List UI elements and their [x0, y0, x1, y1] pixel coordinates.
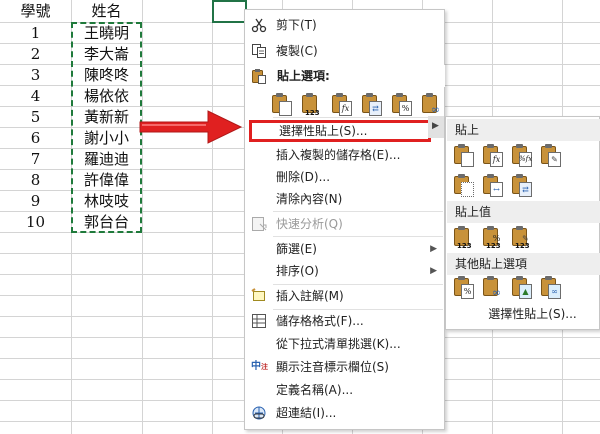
- menu-item-pick-from-list[interactable]: 從下拉式清單挑選(K)...: [245, 333, 444, 355]
- paste-special-submenu-arrow[interactable]: ▶: [428, 116, 444, 138]
- values-glyph: 123: [515, 242, 530, 250]
- menu-item-insert-copied-cells[interactable]: 插入複製的儲存格(E)...: [245, 144, 444, 166]
- menu-item-cut[interactable]: 剪下(T): [245, 14, 444, 36]
- phonetic-icon: 中注: [251, 361, 268, 372]
- scissors-icon: [251, 17, 267, 33]
- cell-id[interactable]: 5: [0, 106, 71, 128]
- menu-item-format-cells[interactable]: 儲存格格式(F)...: [245, 310, 444, 332]
- sub-picture-button[interactable]: ▲: [511, 275, 535, 301]
- menu-item-label: 插入註解(M): [276, 289, 344, 303]
- percent-glyph: %: [401, 104, 410, 113]
- sub-paste-link-button[interactable]: ∞: [482, 275, 506, 301]
- menu-item-clear-contents[interactable]: 清除內容(N): [245, 188, 444, 210]
- quick-analysis-icon: [251, 216, 267, 232]
- menu-separator: [273, 211, 443, 212]
- menu-item-sort[interactable]: 排序(O) ▶: [245, 260, 444, 282]
- cell-id[interactable]: 3: [0, 64, 71, 86]
- menu-separator: [273, 236, 443, 237]
- context-menu: 剪下(T) 複製(C) 貼上選項: 123 fx ⇄ % ∞ 選擇性貼上(S).…: [244, 9, 445, 430]
- values-glyph: 123: [457, 242, 472, 250]
- submenu-header-paste: 貼上: [447, 119, 600, 141]
- menu-item-label: 清除內容(N): [276, 192, 343, 206]
- paste-formatting-button[interactable]: %: [391, 92, 415, 118]
- menu-item-paste-special[interactable]: 選擇性貼上(S)...: [249, 120, 431, 142]
- percent-glyph: %: [463, 287, 472, 296]
- sub-transpose-button[interactable]: ⇄: [511, 173, 535, 199]
- cell-id[interactable]: 10: [0, 211, 71, 233]
- grid-line: [212, 0, 213, 434]
- format-cells-icon: [251, 313, 267, 329]
- cell-id[interactable]: 9: [0, 190, 71, 212]
- sub-keep-column-widths-button[interactable]: ↔: [482, 173, 506, 199]
- cell-id[interactable]: 1: [0, 22, 71, 44]
- paste-formulas-button[interactable]: fx: [331, 92, 355, 118]
- cell-id[interactable]: 7: [0, 148, 71, 170]
- header-cell-name[interactable]: 姓名: [71, 0, 142, 22]
- menu-item-delete[interactable]: 刪除(D)...: [245, 166, 444, 188]
- sub-linked-picture-button[interactable]: ∞: [540, 275, 564, 301]
- sub-values-button[interactable]: 123: [453, 225, 477, 251]
- link-icon: [251, 405, 267, 421]
- menu-item-copy[interactable]: 複製(C): [245, 40, 444, 62]
- sub-paste-formulas-button[interactable]: fx: [482, 143, 506, 169]
- paste-transpose-button[interactable]: ⇄: [361, 92, 385, 118]
- red-arrow: [139, 110, 243, 144]
- paste-special-submenu: 貼上 fx %fx ✎ ↔ ⇄ 貼上值 123 % 123 ✎ 123 其他貼上選項…: [445, 116, 600, 330]
- sub-keep-source-format-button[interactable]: ✎: [540, 143, 564, 169]
- menu-item-label: 剪下(T): [276, 18, 317, 32]
- paste-button[interactable]: [271, 92, 295, 118]
- cell-id[interactable]: 8: [0, 169, 71, 191]
- sub-paste-button[interactable]: [453, 143, 477, 169]
- menu-item-label: 定義名稱(A)...: [276, 383, 354, 397]
- menu-item-hyperlink[interactable]: 超連結(I)...: [245, 402, 444, 424]
- menu-separator: [273, 117, 443, 118]
- menu-item-label: 超連結(I)...: [276, 406, 337, 420]
- menu-item-label: 從下拉式清單挑選(K)...: [276, 337, 401, 351]
- submenu-header-other-paste: 其他貼上選項: [447, 253, 600, 275]
- copy-marquee: [71, 22, 142, 233]
- formulas-glyph: fx: [492, 155, 501, 164]
- paste-options-header: 貼上選項:: [246, 65, 445, 87]
- comment-icon: [251, 288, 267, 304]
- menu-item-label: 刪除(D)...: [276, 170, 331, 184]
- formulas-glyph: fx: [341, 104, 350, 113]
- values-glyph: 123: [486, 242, 501, 250]
- paste-options-label: 貼上選項:: [277, 69, 330, 83]
- submenu-header-paste-values: 貼上值: [447, 201, 600, 223]
- menu-item-filter[interactable]: 篩選(E) ▶: [245, 238, 444, 260]
- sub-formatting-button[interactable]: %: [453, 275, 477, 301]
- grid-line: [142, 0, 143, 434]
- menu-item-label: 顯示注音標示欄位(S): [276, 360, 389, 374]
- menu-item-label: 儲存格格式(F)...: [276, 314, 364, 328]
- active-cell[interactable]: [212, 0, 247, 23]
- menu-item-label: 插入複製的儲存格(E)...: [276, 148, 401, 162]
- menu-item-quick-analysis: 快速分析(Q): [245, 213, 444, 235]
- cell-id[interactable]: 6: [0, 127, 71, 149]
- sub-values-source-format-button[interactable]: ✎ 123: [511, 225, 535, 251]
- menu-item-label: 排序(O): [276, 264, 319, 278]
- cell-id[interactable]: 4: [0, 85, 71, 107]
- menu-item-show-phonetic[interactable]: 中注 顯示注音標示欄位(S): [245, 356, 444, 378]
- menu-item-define-name[interactable]: 定義名稱(A)...: [245, 379, 444, 401]
- menu-item-label: 選擇性貼上(S)...: [279, 124, 368, 138]
- menu-item-label: 複製(C): [276, 44, 318, 58]
- menu-item-label: 快速分析(Q): [276, 217, 343, 231]
- header-cell-id[interactable]: 學號: [0, 0, 71, 22]
- values-glyph: 123: [305, 109, 320, 117]
- clipboard-icon: [251, 68, 267, 91]
- menu-item-label: 篩選(E): [276, 242, 317, 256]
- paste-values-button[interactable]: 123: [301, 92, 325, 118]
- submenu-paste-special-link[interactable]: 選擇性貼上(S)...: [446, 303, 599, 325]
- sub-no-borders-button[interactable]: [453, 173, 477, 199]
- submenu-arrow-icon: ▶: [430, 244, 437, 254]
- copy-icon: [251, 43, 267, 59]
- sub-paste-formulas-number-format-button[interactable]: %fx: [511, 143, 535, 169]
- cell-id[interactable]: 2: [0, 43, 71, 65]
- paste-link-button[interactable]: ∞: [421, 92, 445, 118]
- submenu-arrow-icon: ▶: [430, 266, 437, 276]
- submenu-arrow-icon: ▶: [432, 121, 439, 131]
- menu-item-insert-comment[interactable]: 插入註解(M): [245, 285, 444, 307]
- sub-values-number-format-button[interactable]: % 123: [482, 225, 506, 251]
